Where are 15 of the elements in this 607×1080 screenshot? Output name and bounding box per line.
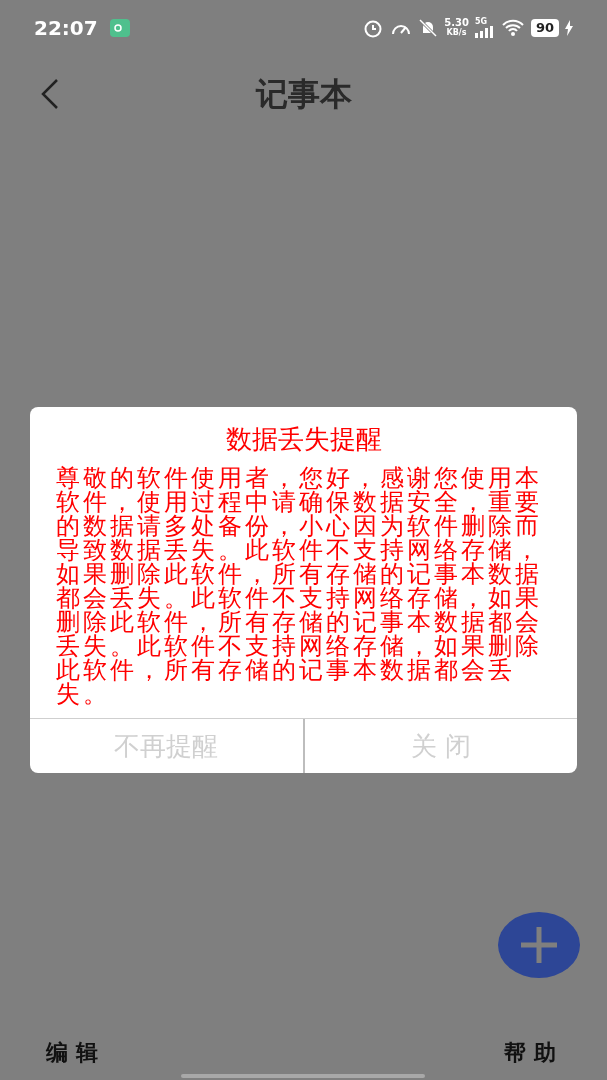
status-time: 22:07 bbox=[34, 15, 98, 42]
bell-muted-icon bbox=[418, 18, 439, 38]
wifi-icon bbox=[500, 19, 525, 37]
app-notification-icon bbox=[109, 19, 130, 37]
back-icon[interactable] bbox=[40, 78, 60, 110]
dialog-message: 尊敬的软件使用者，您好，感谢您使用本软件，使用过程中请确保数据安全，重要的数据请多处备份，小心因为软件删除而导致数据丢失。此软件不支持网络存储，如果删除此软件，所有存储的记事本数据都会丢失。此软件不支持网络存储，如果删除此软件，所有存储的记事本数据都会丢失。此软件不支持网络存储，如果删除此软件，所有存储的记事本数据都会丢失。 bbox=[56, 466, 543, 706]
network-speed: 5.30 KB/s bbox=[444, 18, 469, 38]
dialog-title: 数据丢失提醒 bbox=[224, 423, 383, 456]
page-title: 记事本 bbox=[255, 74, 352, 115]
battery-level: 90 bbox=[530, 19, 559, 37]
help-button[interactable]: 帮 助 bbox=[504, 1036, 556, 1069]
edit-button[interactable]: 编 辑 bbox=[46, 1036, 98, 1069]
network-type: 5G bbox=[474, 18, 488, 26]
add-button[interactable] bbox=[498, 912, 580, 978]
signal-icon bbox=[474, 26, 495, 38]
